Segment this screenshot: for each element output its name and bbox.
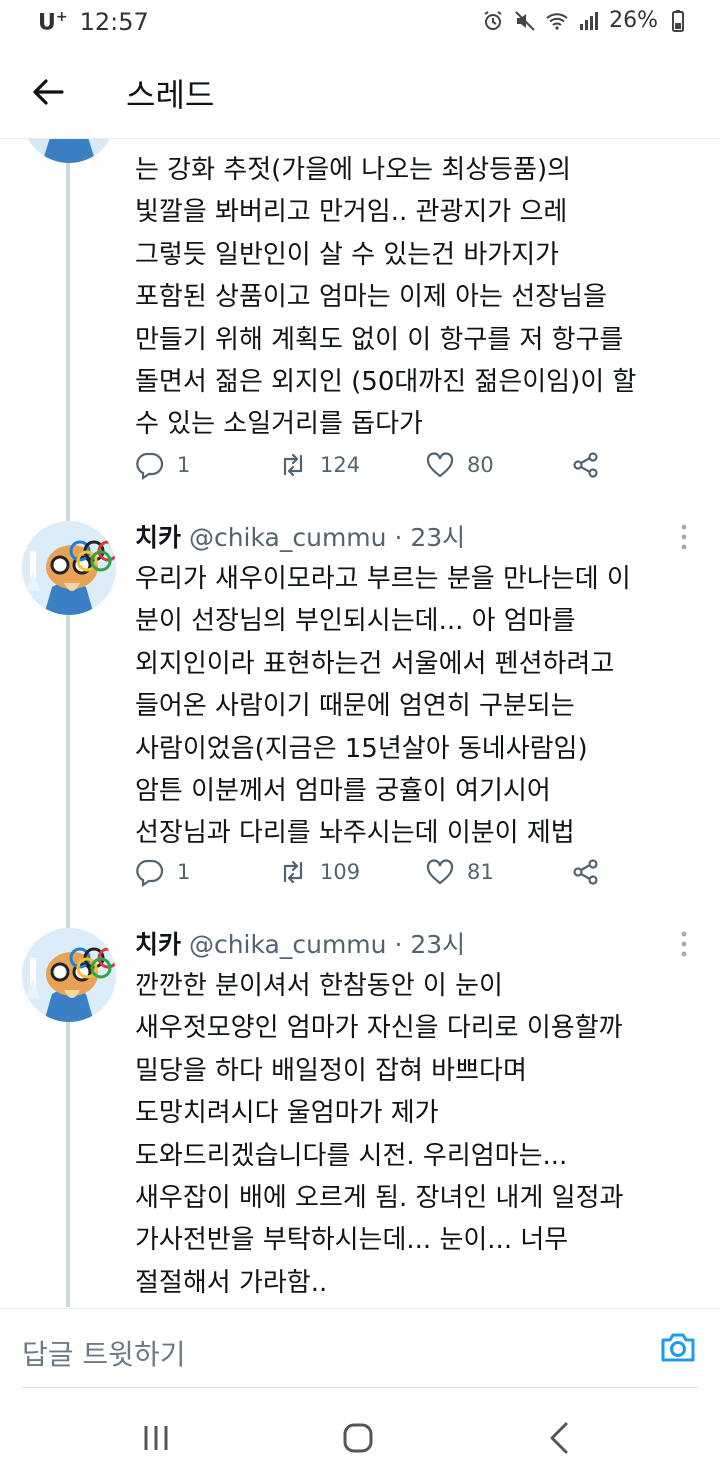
like-button[interactable]: 81: [425, 854, 494, 890]
tweet-line: 우리가 새우이모라고 부르는 분을 만나는데 이: [135, 564, 631, 594]
tweet-line: 밀당을 하다 배일정이 잡혀 바쁘다며: [135, 1055, 527, 1086]
like-count: 80: [467, 453, 494, 477]
share-button[interactable]: [571, 447, 601, 483]
recent-apps-icon[interactable]: [136, 1418, 176, 1458]
tweet-line: 빛깔을 봐버리고 만거임.. 관광지가 으레: [135, 197, 568, 228]
author-name[interactable]: 치카: [135, 523, 181, 552]
camera-icon[interactable]: [658, 1327, 698, 1367]
share-icon: [573, 859, 598, 885]
more-icon[interactable]: [674, 929, 694, 959]
tweet-actions: 1 124 80: [135, 447, 615, 483]
tweet-line: 수 있는 소일거리를 돕다가: [135, 409, 423, 440]
reply-button[interactable]: 1: [135, 447, 190, 483]
tweet-line: 깐깐한 분이셔서 한참동안 이 눈이: [135, 971, 503, 1001]
tweet-line: 는 강화 추젓(가을에 나오는 최상등품)의: [135, 155, 572, 185]
status-bar: U+ 12:57 26%: [0, 0, 720, 46]
more-icon[interactable]: [674, 522, 694, 552]
tweet-line: 분이 선장님의 부인되시는데... 아 엄마를: [135, 606, 576, 637]
retweet-count: 124: [320, 453, 361, 477]
tweet-line: 절절해서 가라함..: [135, 1267, 328, 1298]
tweet-header: 치카 @chika_cummu · 23시: [135, 925, 465, 961]
reply-count: 1: [177, 453, 191, 477]
like-icon: [426, 859, 454, 885]
carrier-label: U+: [38, 8, 68, 36]
tweet-line: 돌면서 젊은 외지인 (50대까진 젊은이임)이 할: [135, 367, 637, 398]
thread-header: 스레드: [0, 46, 720, 139]
page-title: 스레드: [126, 76, 215, 114]
share-icon: [573, 452, 598, 478]
tweet-actions: 1 109 81: [135, 854, 615, 890]
tweet-line: 선장님과 다리를 놔주시는데 이분이 제법: [135, 818, 575, 849]
reply-icon: [136, 859, 164, 887]
avatar-image: [22, 139, 116, 163]
thread-list[interactable]: 는 강화 추젓(가을에 나오는 최상등품)의 빛깔을 봐버리고 만거임.. 관광…: [0, 139, 720, 1307]
avatar[interactable]: [22, 139, 116, 163]
like-button[interactable]: 80: [425, 447, 494, 483]
tweet-time: · 23시: [394, 523, 466, 552]
reply-icon: [136, 452, 164, 480]
status-left: U+ 12:57: [38, 8, 149, 36]
tweet-line: 도망치려시다 울엄마가 제가: [135, 1098, 439, 1129]
tweet-line: 포함된 상품이고 엄마는 이제 아는 선장님을: [135, 282, 607, 313]
nav-back-icon[interactable]: [540, 1418, 580, 1458]
like-icon: [426, 452, 454, 478]
retweet-button[interactable]: 124: [278, 447, 360, 483]
tweet-text: 우리가 새우이모라고 부르는 분을 만나는데 이 분이 선장님의 부인되시는데.…: [135, 558, 705, 855]
thread-connector-line: [66, 139, 70, 1307]
clock: 12:57: [79, 8, 149, 36]
author-handle[interactable]: @chika_cummu: [189, 930, 387, 959]
battery-icon: [672, 9, 684, 32]
avatar-image: [22, 928, 116, 1022]
back-arrow-icon[interactable]: [30, 74, 66, 110]
tweet-line: 가사전반을 부탁하시는데... 눈이... 너무: [135, 1225, 569, 1256]
reply-bar: 답글 트윗하기: [0, 1308, 720, 1389]
author-handle[interactable]: @chika_cummu: [189, 523, 387, 552]
tweet-line: 그렇듯 일반인이 살 수 있는건 바가지가: [135, 239, 560, 270]
tweet-time: · 23시: [394, 930, 466, 959]
battery-percent: 26%: [609, 8, 658, 33]
mute-icon: [515, 10, 535, 31]
tweet-line: 사람이었음(지금은 15년살아 동네사람임): [135, 733, 588, 764]
like-count: 81: [467, 860, 494, 884]
reply-divider: [22, 1387, 698, 1388]
system-nav-bar: [0, 1390, 720, 1480]
tweet-text: 깐깐한 분이셔서 한참동안 이 눈이 새우젓모양인 엄마가 자신을 다리로 이용…: [135, 965, 705, 1304]
tweet-line: 암튼 이분께서 엄마를 궁휼이 여기시어: [135, 776, 551, 807]
retweet-icon: [283, 860, 303, 884]
signal-icon: [580, 11, 599, 30]
alarm-icon: [484, 10, 502, 30]
avatar[interactable]: [22, 928, 116, 1022]
tweet-line: 도와드리겠습니다를 시전. 우리엄마는...: [135, 1140, 568, 1171]
tweet-line: 새우잡이 배에 오르게 됨. 장녀인 내게 일정과: [135, 1183, 624, 1214]
tweet-line: 새우젓모양인 엄마가 자신을 다리로 이용할까: [135, 1013, 623, 1044]
reply-count: 1: [177, 860, 191, 884]
retweet-button[interactable]: 109: [278, 854, 360, 890]
tweet-header: 치카 @chika_cummu · 23시: [135, 518, 465, 554]
retweet-count: 109: [320, 860, 361, 884]
status-right: 26%: [481, 8, 690, 33]
avatar[interactable]: [22, 521, 116, 615]
reply-input[interactable]: 답글 트윗하기: [22, 1333, 185, 1373]
tweet-line: 외지인이라 표현하는건 서울에서 펜션하려고: [135, 648, 615, 679]
home-icon[interactable]: [338, 1418, 378, 1458]
tweet-line: 들어온 사람이기 때문에 엄연히 구분되는: [135, 691, 575, 722]
author-name[interactable]: 치카: [135, 930, 181, 959]
reply-button[interactable]: 1: [135, 854, 190, 890]
tweet-line: 만들기 위해 계획도 없이 이 항구를 저 항구를: [135, 324, 624, 355]
retweet-icon: [283, 453, 303, 477]
share-button[interactable]: [571, 854, 601, 890]
wifi-icon: [546, 12, 568, 30]
tweet-text: 는 강화 추젓(가을에 나오는 최상등품)의 빛깔을 봐버리고 만거임.. 관광…: [135, 149, 705, 446]
avatar-image: [22, 521, 116, 615]
